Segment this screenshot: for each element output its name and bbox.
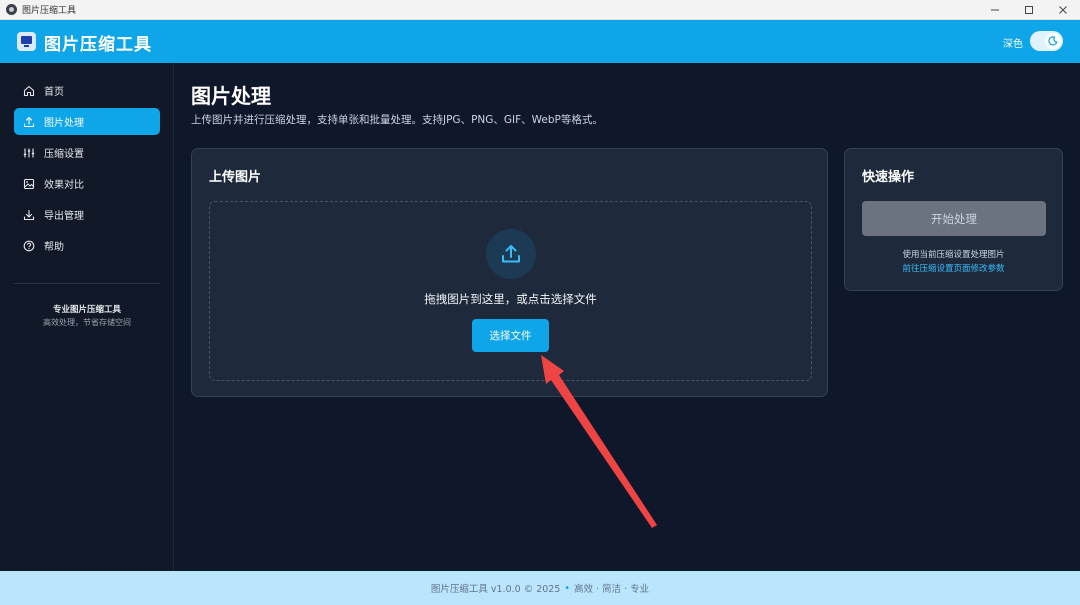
sliders-icon (22, 146, 36, 160)
window-titlebar: 图片压缩工具 (0, 0, 1080, 20)
sidebar-item-label: 效果对比 (44, 180, 84, 191)
upload-icon (22, 115, 36, 129)
sidebar-item-compare[interactable]: 效果对比 (14, 170, 160, 197)
footer-tagline: 高效 · 简洁 · 专业 (574, 584, 650, 595)
page-description: 上传图片并进行压缩处理，支持单张和批量处理。支持JPG、PNG、GIF、WebP… (191, 114, 603, 126)
help-icon (22, 239, 36, 253)
app-footer: 图片压缩工具 v1.0.0 © 2025 • 高效 · 简洁 · 专业 (0, 571, 1080, 605)
window-controls (978, 0, 1080, 20)
sidebar-item-export[interactable]: 导出管理 (14, 201, 160, 228)
choose-file-button[interactable]: 选择文件 (472, 319, 549, 352)
quick-actions-card: 快速操作 开始处理 使用当前压缩设置处理图片 前往压缩设置页面修改参数 (844, 148, 1063, 291)
footer-version-text: 图片压缩工具 v1.0.0 © 2025 (430, 584, 561, 595)
sidebar-item-home[interactable]: 首页 (14, 77, 160, 104)
app-header: 图片压缩工具 深色 (0, 20, 1080, 63)
home-icon (22, 84, 36, 98)
theme-label: 深色 (1003, 39, 1023, 50)
sidebar-item-label: 导出管理 (44, 211, 84, 222)
close-button[interactable] (1046, 0, 1080, 20)
sidebar-item-label: 帮助 (44, 242, 64, 253)
sidebar-item-compression-settings[interactable]: 压缩设置 (14, 139, 160, 166)
sidebar-item-label: 首页 (44, 87, 64, 98)
upload-icon (486, 229, 536, 279)
window-title: 图片压缩工具 (22, 6, 77, 16)
sidebar-divider (14, 283, 160, 284)
sidebar-footer-subtitle: 高效处理，节省存储空间 (43, 318, 131, 327)
sidebar-footer-title: 专业图片压缩工具 (52, 305, 121, 315)
sidebar-item-label: 图片处理 (44, 118, 84, 129)
app-brand-title: 图片压缩工具 (44, 35, 152, 55)
app-logo-icon (17, 32, 36, 51)
quick-actions-info: 使用当前压缩设置处理图片 (902, 250, 1005, 260)
minimize-icon (991, 9, 999, 11)
sidebar: 首页 图片处理 压缩设置 效果对比 导出管理 帮助 专业图片压缩工具 高效处理，… (0, 63, 174, 571)
dark-mode-toggle[interactable] (1030, 31, 1063, 51)
upload-card-title: 上传图片 (209, 170, 262, 185)
sidebar-item-help[interactable]: 帮助 (14, 232, 160, 259)
app-icon (6, 4, 17, 15)
quick-actions-title: 快速操作 (862, 170, 915, 185)
upload-card: 上传图片 拖拽图片到这里，或点击选择文件 选择文件 (191, 148, 828, 397)
footer-separator-dot: • (564, 582, 570, 594)
close-icon (1059, 6, 1067, 14)
drop-zone-text: 拖拽图片到这里，或点击选择文件 (424, 292, 597, 306)
compression-settings-link[interactable]: 前往压缩设置页面修改参数 (845, 262, 1062, 274)
page-title: 图片处理 (191, 84, 271, 108)
moon-icon (1045, 33, 1061, 49)
maximize-button[interactable] (1012, 0, 1046, 20)
start-processing-button[interactable]: 开始处理 (862, 201, 1046, 236)
image-compare-icon (22, 177, 36, 191)
minimize-button[interactable] (978, 0, 1012, 20)
maximize-icon (1025, 6, 1033, 14)
download-icon (22, 208, 36, 222)
drop-zone[interactable]: 拖拽图片到这里，或点击选择文件 选择文件 (209, 201, 812, 381)
sidebar-item-image-processing[interactable]: 图片处理 (14, 108, 160, 135)
sidebar-item-label: 压缩设置 (44, 149, 84, 160)
